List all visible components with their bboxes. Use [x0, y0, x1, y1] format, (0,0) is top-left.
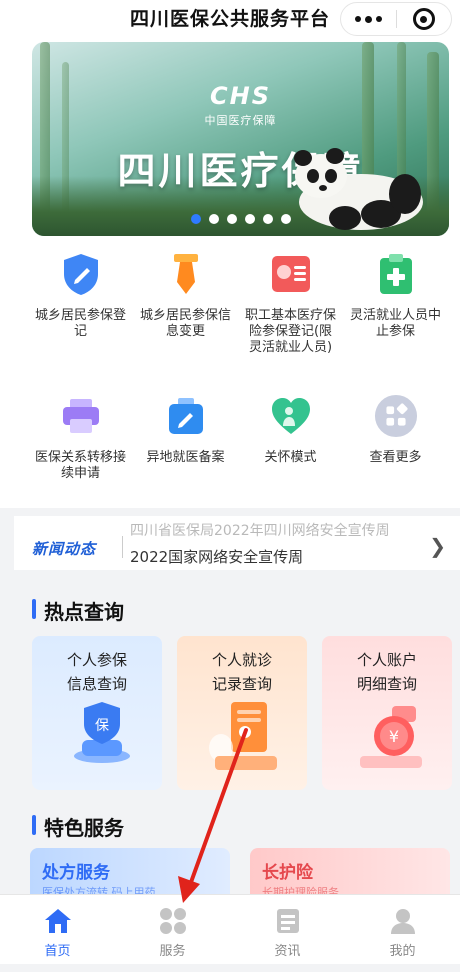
banner-carousel[interactable]: CHS 中国医疗保障 四川医疗保障	[32, 42, 449, 236]
service-care-mode[interactable]: 关怀模式	[238, 394, 343, 504]
shield-stage-icon: 保	[74, 702, 130, 763]
printer-icon	[59, 394, 103, 438]
card-visit-records[interactable]: 个人就诊 记录查询	[177, 636, 307, 790]
carousel-dot[interactable]	[262, 214, 273, 224]
svg-text:保: 保	[95, 718, 109, 734]
carousel-dot[interactable]	[190, 214, 201, 224]
service-transfer-application[interactable]: 医保关系转移接续申请	[28, 394, 133, 504]
top-bar: 四川医保公共服务平台	[0, 0, 460, 38]
shield-pen-icon	[59, 252, 103, 296]
more-menu-button[interactable]	[341, 3, 396, 35]
service-resident-info-change[interactable]: 城乡居民参保信息变更	[133, 252, 238, 394]
chevron-right-icon[interactable]: ❯	[429, 534, 446, 558]
tie-icon	[164, 252, 208, 296]
news-item-current[interactable]: 2022国家网络安全宣传周	[130, 546, 303, 567]
id-card-icon	[269, 252, 313, 296]
carousel-dot[interactable]	[208, 214, 219, 224]
user-icon	[388, 907, 418, 935]
hot-query-cards: 个人参保 信息查询 保 个人就诊 记录查询 个人账户 明细查询 ¥	[32, 636, 452, 790]
svg-text:¥: ¥	[389, 727, 399, 746]
service-view-more[interactable]: 查看更多	[343, 394, 448, 504]
grid-more-icon	[374, 394, 418, 438]
features-title: 特色服务	[32, 812, 124, 841]
news-item-prev: 四川省医保局2022年四川网络安全宣传周	[130, 523, 390, 539]
bottom-tab-bar: 首页 服务 资讯 我的	[0, 894, 460, 964]
document-icon	[273, 907, 303, 935]
service-resident-enrollment[interactable]: 城乡居民参保登记	[28, 252, 133, 394]
carousel-dots	[32, 214, 449, 224]
card-account-details[interactable]: 个人账户 明细查询 ¥	[322, 636, 452, 790]
tab-home[interactable]: 首页	[0, 895, 115, 964]
tab-services[interactable]: 服务	[115, 895, 230, 964]
carousel-dot[interactable]	[244, 214, 255, 224]
chs-logo-subtitle: 中国医疗保障	[204, 114, 277, 127]
carousel-dot[interactable]	[226, 214, 237, 224]
home-icon	[43, 907, 73, 935]
news-badge: 新闻动态	[32, 540, 97, 558]
close-mini-program-button[interactable]	[397, 3, 452, 35]
service-grid: 城乡居民参保登记 城乡居民参保信息变更 职工基本医疗保险参保登记(限灵活就业人员…	[28, 252, 448, 504]
main-content: CHS 中国医疗保障 四川医疗保障 城乡居民参保登记 城乡居民参保信息变更 职工…	[0, 38, 460, 508]
mini-program-capsule	[340, 2, 452, 36]
carousel-dot[interactable]	[280, 214, 291, 224]
chs-logo: CHS	[210, 82, 271, 110]
card-personal-insurance-info[interactable]: 个人参保 信息查询 保	[32, 636, 162, 790]
hot-query-title: 热点查询	[32, 596, 124, 625]
yuan-coin-icon: ¥	[360, 706, 422, 768]
target-icon	[412, 8, 435, 30]
briefcase-edit-icon	[164, 394, 208, 438]
service-flexible-employment-suspend[interactable]: 灵活就业人员中止参保	[343, 252, 448, 394]
tab-profile[interactable]: 我的	[345, 895, 460, 964]
records-icon	[209, 702, 277, 770]
medical-clipboard-icon	[374, 252, 418, 296]
services-grid-icon	[158, 907, 188, 935]
service-remote-medical-filing[interactable]: 异地就医备案	[133, 394, 238, 504]
tab-news[interactable]: 资讯	[230, 895, 345, 964]
service-employee-insurance-enrollment[interactable]: 职工基本医疗保险参保登记(限灵活就业人员)	[238, 252, 343, 394]
news-ticker[interactable]: 新闻动态 四川省医保局2022年四川网络安全宣传周 2022国家网络安全宣传周 …	[14, 516, 460, 570]
heart-person-icon	[269, 394, 313, 438]
